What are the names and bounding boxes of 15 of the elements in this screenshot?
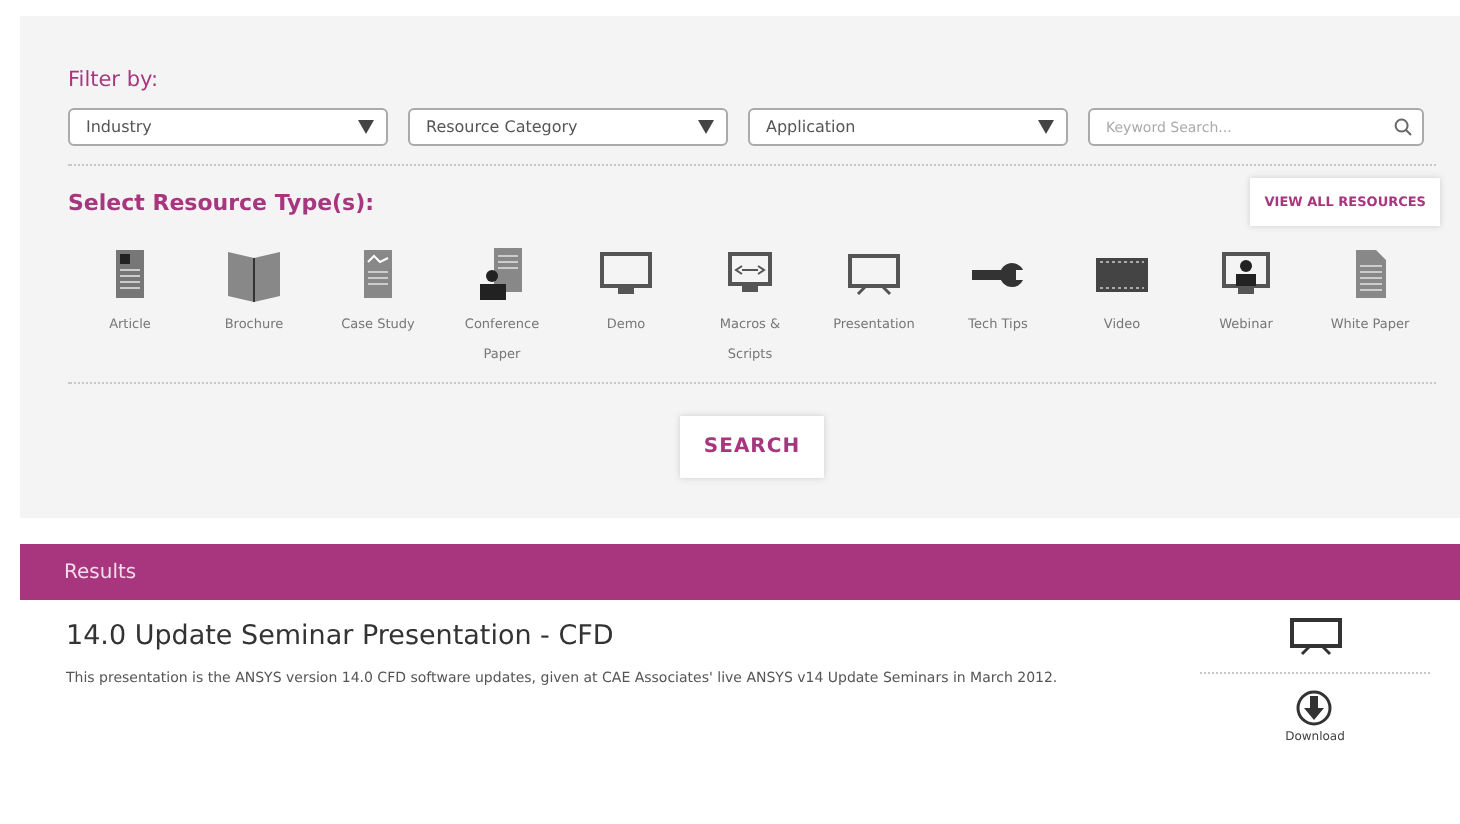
caret-icon [1038,120,1054,134]
dropdown[interactable]: Industry [68,108,388,146]
results-heading: Results [64,561,137,583]
dropdown[interactable]: Resource Category [408,108,728,146]
caret-icon [698,120,714,134]
search-icon [1394,118,1412,136]
resource-type-heading: Select Resource Type(s): [68,189,375,215]
dropdown[interactable]: Application [748,108,1068,146]
result-title[interactable]: 14.0 Update Seminar Presentation - CFD [66,620,1200,652]
search-button[interactable]: SEARCH [679,416,825,478]
filter-heading: Filter by: [68,68,160,92]
screen-icon [1287,616,1343,656]
download-icon [1296,690,1333,726]
booklet-icon [224,246,284,302]
caret-icon [358,120,374,134]
